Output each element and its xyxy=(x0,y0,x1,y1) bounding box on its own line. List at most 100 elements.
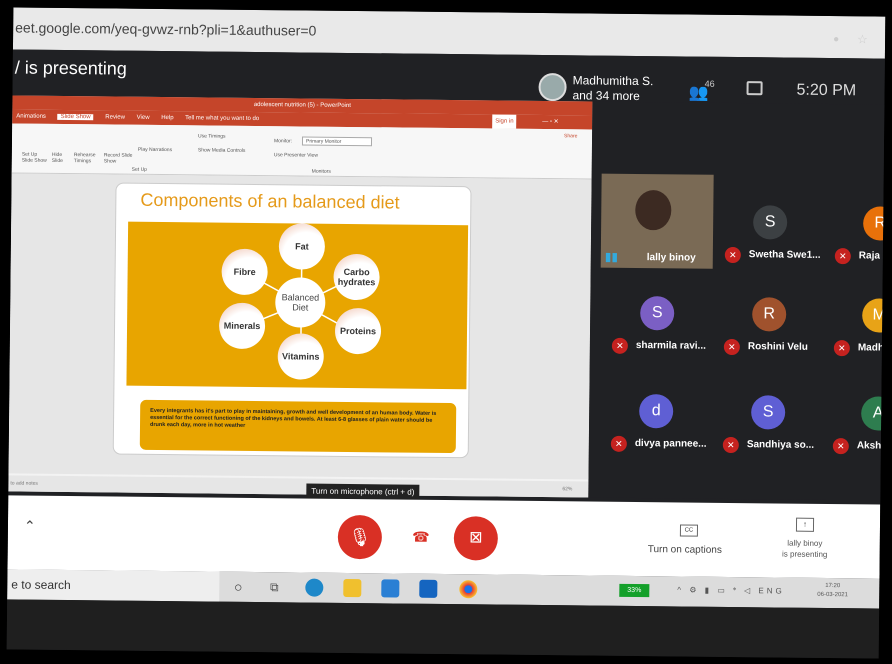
url-text: eet.google.com/yeq-gvwz-rnb?pli=1&authus… xyxy=(15,19,317,39)
participant-tile[interactable]: S ✕ sharmila ravi... xyxy=(602,294,706,355)
participant-name: Madhu xyxy=(857,342,886,354)
participant-avatar: M xyxy=(862,298,886,333)
diagram-node-fat: Fat xyxy=(278,223,326,270)
participant-name: lally binoy xyxy=(646,252,696,264)
setup-slideshow-button[interactable]: Set Up Slide Show xyxy=(22,152,48,164)
mic-off-icon: ✕ xyxy=(610,435,627,452)
meeting-controls-bar: ⌃ 🎙 ☎ ⊠ CC Turn on captions ↑ lally bino… xyxy=(7,495,881,579)
tab-view[interactable]: View xyxy=(137,115,150,121)
presenter-name: lally binoy xyxy=(787,538,823,548)
tab-help[interactable]: Help xyxy=(161,115,173,121)
participant-name: divya pannee... xyxy=(634,437,707,450)
slide-note-box: Every integrants has it's part to play i… xyxy=(139,399,457,454)
tab-review[interactable]: Review xyxy=(105,114,125,120)
audio-level-icon: ▮▮ xyxy=(604,249,619,264)
participant-tile[interactable]: S ✕ Sandhiya so... xyxy=(713,393,814,454)
share-button[interactable]: Share xyxy=(564,133,577,139)
presenter-status-text: is presenting xyxy=(781,549,828,560)
mic-off-icon: ✕ xyxy=(723,338,740,356)
present-icon[interactable]: ↑ xyxy=(795,517,815,532)
participant-video xyxy=(635,189,672,231)
app-l-icon[interactable] xyxy=(419,579,438,598)
participant-tile-video[interactable]: ▮▮ lally binoy xyxy=(600,173,714,269)
show-media-controls-checkbox[interactable]: Show Media Controls xyxy=(198,147,246,153)
participant-name: Swetha Swe1... xyxy=(748,249,821,261)
chevron-up-icon[interactable]: ⌃ xyxy=(24,518,36,535)
mic-off-icon: ✕ xyxy=(722,436,739,454)
taskbar-clock[interactable]: 17:20 06-03-2021 xyxy=(817,582,848,600)
taskbar-search[interactable]: e to search xyxy=(7,569,220,602)
window-controls[interactable]: — ▫ ✕ xyxy=(542,115,559,129)
participants-summary[interactable]: Madhumitha S. and 34 more xyxy=(572,73,653,104)
monitor-select[interactable]: Primary Monitor xyxy=(301,136,373,147)
participant-avatar: R xyxy=(862,206,886,241)
participant-tile[interactable]: A ✕ Akshitha xyxy=(823,394,886,455)
presenter-status[interactable]: lally binoy is presenting xyxy=(770,537,840,560)
notes-hint[interactable]: to add notes xyxy=(10,480,38,486)
participant-avatar: A xyxy=(861,396,886,431)
use-timings-checkbox[interactable]: Use Timings xyxy=(198,133,226,139)
participant-name: Raja S xyxy=(858,250,886,262)
participant-grid: ▮▮ lally binoy S ✕ Swetha Swe1... R ✕ Ra… xyxy=(588,101,886,501)
system-tray[interactable]: ^ ⚙ ▮ ▭ 𝄌 ◁ ENG xyxy=(677,585,785,596)
leave-call-button[interactable]: ☎ xyxy=(406,522,436,552)
participant-tile[interactable]: d ✕ divya pannee... xyxy=(601,392,707,453)
diagram-panel: Fat Fibre Carbo hydrates Balanced Diet M… xyxy=(126,221,469,390)
participant-name: Sandhiya so... xyxy=(746,439,815,451)
captions-icon[interactable]: CC xyxy=(679,524,699,537)
phone-hangup-icon: ☎ xyxy=(412,528,430,545)
participant-name: sharmila ravi... xyxy=(635,339,706,352)
slide-title: Components of an balanced diet xyxy=(140,189,400,213)
mic-off-icon: ✕ xyxy=(611,337,628,354)
participant-name: Roshini Velu xyxy=(747,341,808,353)
participant-tile[interactable]: R ✕ Raja S xyxy=(825,204,886,265)
task-view-icon[interactable]: ⧉ xyxy=(265,578,283,596)
tell-me-box[interactable]: Tell me what you want to do xyxy=(185,115,259,122)
participant-tile[interactable]: S ✕ Swetha Swe1... xyxy=(715,203,821,264)
participant-avatar: S xyxy=(751,395,786,430)
participant-name: Akshitha xyxy=(856,440,886,452)
diagram-node-vitamins: Vitamins xyxy=(277,333,324,380)
group-setup-label: Set Up xyxy=(131,166,148,173)
mic-off-icon: ✕ xyxy=(834,248,851,265)
hide-slide-button[interactable]: Hide Slide xyxy=(52,152,72,164)
mail-icon[interactable] xyxy=(381,579,400,598)
microphone-toggle-button[interactable]: 🎙 xyxy=(337,514,383,560)
edge-icon[interactable] xyxy=(305,578,324,597)
battery-indicator[interactable]: 33% xyxy=(619,583,650,598)
participant-tile[interactable]: R ✕ Roshini Velu xyxy=(714,295,815,356)
rehearse-timings-button[interactable]: Rehearse Timings xyxy=(74,152,102,164)
participant-tile[interactable]: M ✕ Madhu xyxy=(824,296,886,357)
people-count: 46 xyxy=(704,78,715,89)
participant-avatar xyxy=(538,72,567,102)
record-slideshow-button[interactable]: Record Slide Show xyxy=(104,152,134,164)
zoom-level[interactable]: 62% xyxy=(562,481,572,497)
signin-button[interactable]: Sign in xyxy=(492,114,517,129)
diagram-node-proteins: Proteins xyxy=(334,307,382,355)
screen-photo: eet.google.com/yeq-gvwz-rnb?pli=1&authus… xyxy=(6,7,886,659)
participant-avatar: R xyxy=(752,297,787,332)
star-icon[interactable]: ☆ xyxy=(857,32,868,46)
play-narrations-checkbox[interactable]: Play Narrations xyxy=(138,147,172,153)
taskbar-time: 17:20 xyxy=(825,582,841,590)
powerpoint-statusbar: to add notes Notes Comments 62% xyxy=(8,475,589,498)
mic-tooltip: Turn on microphone (ctrl + d) xyxy=(306,483,420,500)
participant-avatar: S xyxy=(752,205,788,240)
camera-off-icon: ⊠ xyxy=(469,529,483,547)
chrome-icon[interactable] xyxy=(459,580,478,599)
tab-animations[interactable]: Animations xyxy=(16,113,46,119)
diagram-node-fibre: Fibre xyxy=(221,248,268,296)
captions-button-label[interactable]: Turn on captions xyxy=(648,544,722,556)
mic-off-icon: ✕ xyxy=(832,438,849,455)
presenting-title: / is presenting xyxy=(14,57,127,79)
cortana-icon[interactable]: ○ xyxy=(229,578,247,596)
ribbon: Set Up Slide Show Hide Slide Rehearse Ti… xyxy=(11,123,593,180)
slide: Components of an balanced diet Fat Fibre… xyxy=(112,182,472,459)
file-explorer-icon[interactable] xyxy=(343,578,362,598)
group-monitors-label: Monitors xyxy=(311,168,331,175)
presenter-view-checkbox[interactable]: Use Presenter View xyxy=(274,152,318,158)
camera-toggle-button[interactable]: ⊠ xyxy=(453,516,499,561)
tab-slide-show[interactable]: Slide Show xyxy=(57,113,94,121)
participants-line1: Madhumitha S. xyxy=(572,73,654,89)
chat-icon[interactable] xyxy=(746,81,763,96)
